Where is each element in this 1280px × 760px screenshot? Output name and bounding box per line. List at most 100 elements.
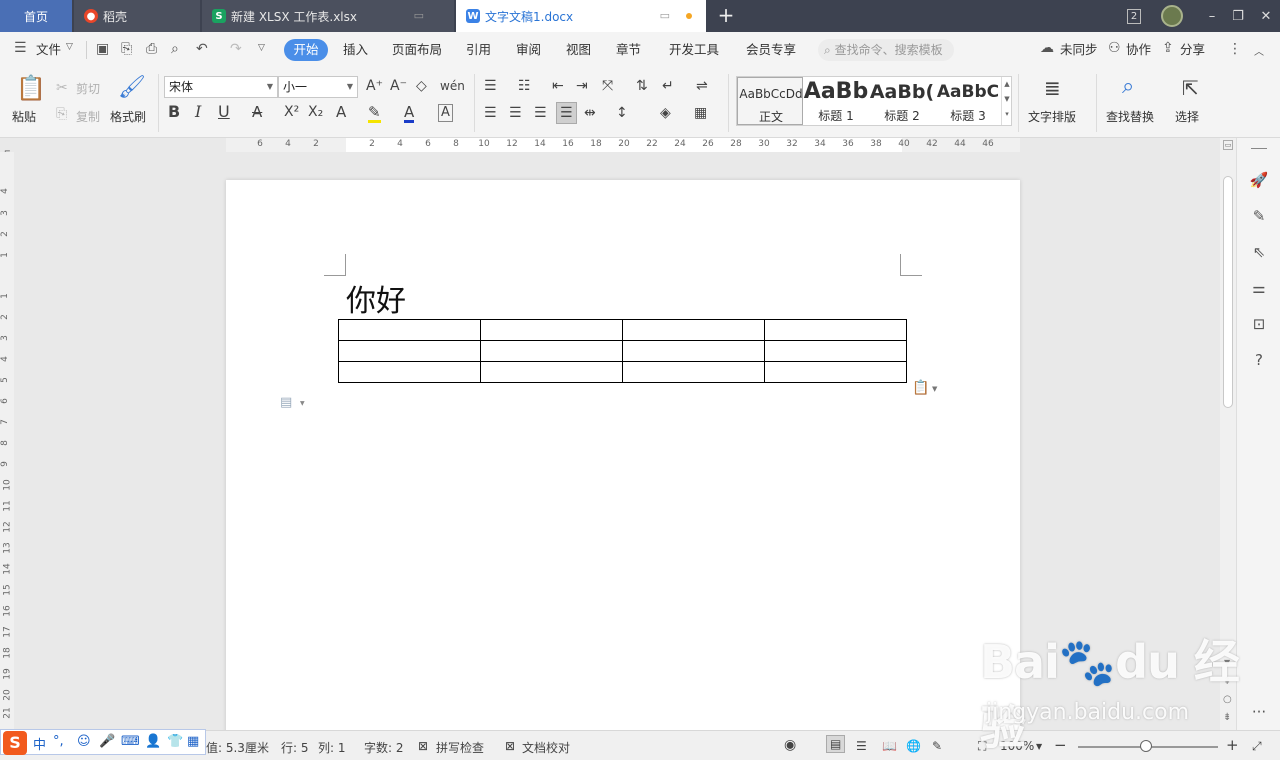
style-gallery-scroll[interactable]: ▲ ▼ ▾ [1001,77,1012,125]
next-page-icon[interactable]: ⇟ [1223,712,1231,723]
write-mode-icon[interactable]: ✎ [932,739,942,753]
chinese-layout-icon[interactable]: ⤧ [602,78,613,94]
phonetic-guide-icon[interactable]: wén [440,78,465,94]
emoji-icon[interactable]: ☺ [77,734,91,749]
collaborate-button[interactable]: 协作 [1126,41,1151,59]
cut-button[interactable]: 剪切 [76,80,100,97]
clear-format-icon[interactable]: ◇ [416,78,427,94]
chevron-down-icon[interactable]: ▼ [932,385,937,393]
format-painter-button[interactable]: 格式刷 [110,108,146,125]
punctuation-icon[interactable]: °, [53,734,64,749]
document-heading[interactable]: 你好 [346,276,406,320]
share-button[interactable]: 分享 [1180,41,1205,59]
tab-insert[interactable]: 插入 [343,41,368,59]
table-cell[interactable] [764,319,907,341]
word-count-status[interactable]: 字数: 2 [364,739,404,756]
paste-options-icon[interactable]: 📋 [912,380,929,396]
style-normal[interactable]: AaBbCcDd 正文 [737,77,803,125]
underline-icon[interactable]: U [218,104,230,120]
export-pdf-icon[interactable]: ⎘ [121,41,132,57]
pen-icon[interactable]: ✎ [1249,206,1269,226]
show-marks-icon[interactable]: ↵ [662,78,674,94]
highlight-icon[interactable]: ✎ [368,104,381,123]
find-replace-button[interactable]: 查找替换 [1106,108,1154,125]
table-cell[interactable] [622,319,765,341]
increase-indent-icon[interactable]: ⇥ [576,78,588,94]
table-cell[interactable] [622,361,765,383]
font-color-icon[interactable]: A [404,104,415,123]
monitor-icon[interactable]: ▭ [414,9,424,22]
microphone-icon[interactable]: 🎤 [99,734,115,749]
save-icon[interactable]: ▣ [96,41,109,57]
vertical-scrollbar[interactable]: ▭ ▼ ⇞ ○ ⇟ [1220,138,1236,730]
doc-proof-button[interactable]: 文档校对 [522,739,570,756]
align-right-icon[interactable]: ☰ [534,105,547,121]
zoom-in-button[interactable]: + [1226,736,1239,754]
select-browse-object-icon[interactable]: ○ [1223,694,1232,705]
sort-icon[interactable]: ⇅ [636,78,648,94]
borders-icon[interactable]: ▦ [694,105,707,121]
hamburger-icon[interactable]: ☰ [14,40,27,56]
zoom-level-select[interactable]: 100% [1000,739,1034,753]
align-center-icon[interactable]: ☰ [509,105,522,121]
template-box-icon[interactable]: ⊡ [1249,314,1269,334]
tab-references[interactable]: 引用 [466,41,491,59]
select-cursor-icon[interactable]: ⇱ [1182,76,1199,100]
tab-page-layout[interactable]: 页面布局 [392,41,442,59]
tab-developer[interactable]: 开发工具 [669,41,719,59]
decrease-indent-icon[interactable]: ⇤ [552,78,564,94]
skin-shirt-icon[interactable]: 👕 [167,734,183,749]
style-heading-2[interactable]: AaBb( 标题 2 [869,77,935,125]
line-spacing-icon[interactable]: ↕ [616,105,628,121]
character-border-icon[interactable]: A [438,104,453,122]
fullscreen-icon[interactable]: ⤢ [1252,739,1262,754]
tab-daoke[interactable]: ● 稻壳 [74,0,200,32]
help-icon[interactable]: ? [1249,350,1269,370]
justify-icon[interactable]: ☰ [556,102,577,124]
keyboard-icon[interactable]: ⌨ [121,734,140,749]
web-view-icon[interactable]: 🌐 [906,739,921,753]
format-painter-icon[interactable]: 🖌 [118,74,146,102]
copy-button[interactable]: 复制 [76,108,100,125]
select-button[interactable]: 选择 [1175,108,1199,125]
more-menu-icon[interactable]: ⋮ [1228,41,1242,57]
monitor-icon[interactable]: ▭ [660,9,670,22]
chevron-down-icon[interactable]: ▽ [66,42,73,52]
copy-icon[interactable]: ⎘ [56,106,67,122]
toolbox-grid-icon[interactable]: ▦ [187,734,199,749]
chevron-down-icon[interactable]: ▼ [300,400,305,407]
redo-icon[interactable]: ↷ [230,41,242,57]
print-icon[interactable]: ⎙ [146,41,157,57]
fit-page-icon[interactable]: ⛶ [978,739,986,754]
avatar[interactable] [1156,0,1188,32]
table-cell[interactable] [764,361,907,383]
print-preview-icon[interactable]: ⌕ [171,41,179,57]
document-table[interactable] [338,319,907,383]
tab-chapter[interactable]: 章节 [616,41,641,59]
paragraph-layout-icon[interactable]: ▤ [280,395,292,410]
tab-leader-icon[interactable]: ⇌ [696,78,708,94]
find-replace-icon[interactable]: ⌕ [1122,74,1134,100]
file-menu[interactable]: 文件 [36,41,61,59]
superscript-icon[interactable]: X² [284,104,299,120]
eye-protection-icon[interactable]: ◉ [784,737,796,753]
align-left-icon[interactable]: ☰ [484,105,497,121]
chevron-down-icon[interactable]: ▼ [1036,742,1042,751]
decrease-font-icon[interactable]: A⁻ [390,78,407,94]
font-size-select[interactable]: 小一 ▼ [278,76,358,98]
document-page[interactable]: 你好 📋 ▼ ▤ ▼ [226,180,1020,730]
bullet-list-icon[interactable]: ☰ [484,78,497,94]
page-view-icon[interactable]: ▤ [826,735,846,753]
cut-icon[interactable]: ✂ [56,80,68,96]
close-button[interactable]: ✕ [1250,0,1280,32]
increase-font-icon[interactable]: A⁺ [366,78,383,94]
user-icon[interactable]: 👤 [145,734,161,749]
sogou-ime-icon[interactable]: S [3,731,27,755]
text-layout-button[interactable]: 文字排版 [1028,108,1076,125]
table-cell[interactable] [764,340,907,362]
tab-member[interactable]: 会员专享 [746,41,796,59]
previous-page-icon[interactable]: ⇞ [1223,676,1231,687]
tab-start[interactable]: 开始 [284,39,328,61]
undo-icon[interactable]: ↶ [196,41,208,57]
select-pointer-icon[interactable]: ⇖ [1249,242,1269,262]
